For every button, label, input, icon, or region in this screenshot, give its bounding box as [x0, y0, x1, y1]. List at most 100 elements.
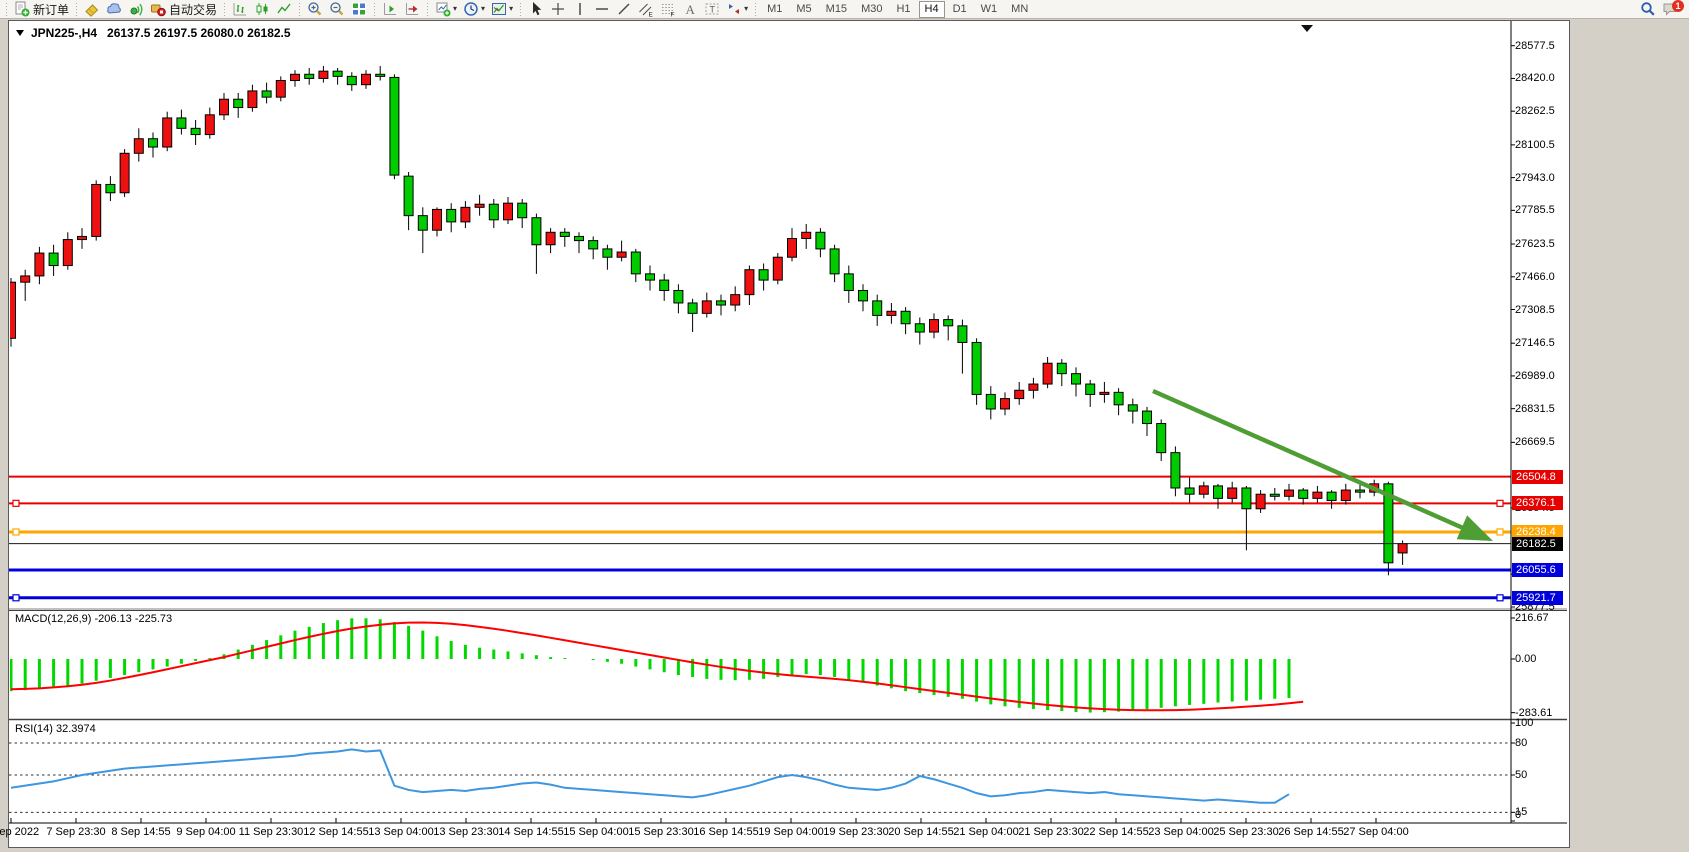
metaeditor-button[interactable] — [81, 1, 103, 18]
time-axis-label: 11 Sep 23:30 — [236, 826, 306, 838]
search-button[interactable] — [1637, 1, 1659, 18]
time-axis-label: 22 Sep 14:55 — [1081, 826, 1151, 838]
line-chart-icon — [276, 1, 292, 17]
timeframe-m5[interactable]: M5 — [790, 1, 817, 18]
candle-body — [63, 240, 72, 266]
eraser-icon — [84, 1, 100, 17]
zoom-in-button[interactable] — [304, 1, 326, 18]
candle-chart-button[interactable] — [251, 1, 273, 18]
toolbar-drag-handle — [5, 3, 8, 16]
candles — [9, 66, 1407, 575]
candle-body — [504, 203, 513, 220]
template-button[interactable]: ▾ — [488, 1, 516, 18]
chevron-down-icon[interactable]: ▾ — [481, 5, 485, 13]
candle-body — [887, 311, 896, 315]
autotrading-button[interactable]: 自动交易 — [147, 1, 220, 18]
price-tick-label: 28262.5 — [1515, 104, 1567, 118]
chart-shift-icon — [382, 1, 398, 17]
timeframe-h1[interactable]: H1 — [890, 1, 916, 18]
arrows-button[interactable]: ▾ — [723, 1, 751, 18]
new-order-button[interactable]: 新订单 — [11, 1, 72, 18]
time-axis-label: 12 Sep 14:55 — [301, 826, 371, 838]
toolbar-group — [379, 1, 423, 18]
toolbar-group: ▾ ▾ ▾ — [432, 1, 516, 18]
market-watch-button[interactable] — [103, 1, 125, 18]
macd-panel — [11, 618, 1303, 712]
timeframe-m15[interactable]: M15 — [820, 1, 853, 18]
period-button[interactable]: ▾ — [460, 1, 488, 18]
trend-arrow[interactable] — [1153, 391, 1493, 541]
chart-canvas[interactable] — [9, 21, 1569, 847]
signals-button[interactable] — [125, 1, 147, 18]
zoom-in-icon — [307, 1, 323, 17]
channel-button[interactable]: E — [635, 1, 657, 18]
macd-signal-line — [11, 622, 1303, 710]
bar-chart-button[interactable] — [229, 1, 251, 18]
svg-text:F: F — [671, 12, 675, 18]
candle-body — [390, 77, 399, 175]
line-handle[interactable] — [1497, 529, 1503, 535]
chart-window[interactable]: JPN225-,H4 26137.5 26197.5 26080.0 26182… — [8, 20, 1570, 848]
hline-button[interactable] — [591, 1, 613, 18]
line-handle[interactable] — [1497, 500, 1503, 506]
chevron-down-icon[interactable]: ▾ — [453, 5, 457, 13]
hline-icon — [594, 1, 610, 17]
candle-body — [688, 303, 697, 313]
candle-body — [1057, 363, 1066, 373]
line-chart-button[interactable] — [273, 1, 295, 18]
macd-label: MACD(12,26,9) -206.13 -225.73 — [15, 613, 172, 625]
price-tick-label: 27308.5 — [1515, 303, 1567, 317]
symbol-dropdown-icon[interactable] — [16, 30, 24, 36]
auto-scroll-icon — [404, 1, 420, 17]
vline-icon — [572, 1, 588, 17]
time-axis-label: 13 Sep 23:30 — [431, 826, 501, 838]
price-tick-label: 26831.5 — [1515, 402, 1567, 416]
candle-body — [333, 71, 342, 76]
new-chart-button[interactable]: ▾ — [432, 1, 460, 18]
time-axis-label: 7 Sep 23:30 — [41, 826, 111, 838]
vline-button[interactable] — [569, 1, 591, 18]
crosshair-button[interactable] — [547, 1, 569, 18]
candle-body — [106, 184, 115, 192]
zoom-out-button[interactable] — [326, 1, 348, 18]
timeframe-d1[interactable]: D1 — [947, 1, 973, 18]
chevron-down-icon[interactable]: ▾ — [744, 5, 748, 13]
line-handle[interactable] — [13, 500, 19, 506]
trendline-button[interactable] — [613, 1, 635, 18]
chat-button[interactable]: 1 — [1659, 1, 1681, 18]
line-handle[interactable] — [1497, 595, 1503, 601]
timeframe-m1[interactable]: M1 — [761, 1, 788, 18]
line-handle[interactable] — [13, 529, 19, 535]
candle-body — [1299, 490, 1308, 498]
toolbar-drag-handle — [519, 3, 522, 16]
fibonacci-button[interactable]: F — [657, 1, 679, 18]
candle-body — [134, 139, 143, 154]
candle-body — [305, 74, 314, 78]
timeframe-mn[interactable]: MN — [1005, 1, 1034, 18]
price-line-tag: 26504.8 — [1512, 470, 1563, 484]
chart-shift-button[interactable] — [379, 1, 401, 18]
timeframe-w1[interactable]: W1 — [975, 1, 1004, 18]
candle-body — [433, 209, 442, 230]
toolbar-drag-handle — [754, 3, 757, 16]
timeframe-m30[interactable]: M30 — [855, 1, 888, 18]
tile-windows-icon — [351, 1, 367, 17]
chevron-down-icon[interactable]: ▾ — [509, 5, 513, 13]
timeframe-h4[interactable]: H4 — [919, 1, 945, 18]
candle-body — [120, 153, 129, 192]
toolbar-drag-handle — [298, 3, 301, 16]
tile-windows-button[interactable] — [348, 1, 370, 18]
candle-body — [1242, 488, 1251, 509]
candle-body — [1072, 374, 1081, 384]
candle-body — [1143, 411, 1152, 423]
text-button[interactable]: A — [679, 1, 701, 18]
toolbar-group — [229, 1, 295, 18]
candle-body — [1214, 486, 1223, 498]
time-axis-label: 9 Sep 04:00 — [171, 826, 241, 838]
label-button[interactable]: T — [701, 1, 723, 18]
auto-scroll-button[interactable] — [401, 1, 423, 18]
candle-body — [177, 118, 186, 128]
cursor-button[interactable] — [525, 1, 547, 18]
time-axis-label: 15 Sep 04:00 — [561, 826, 631, 838]
line-handle[interactable] — [13, 595, 19, 601]
